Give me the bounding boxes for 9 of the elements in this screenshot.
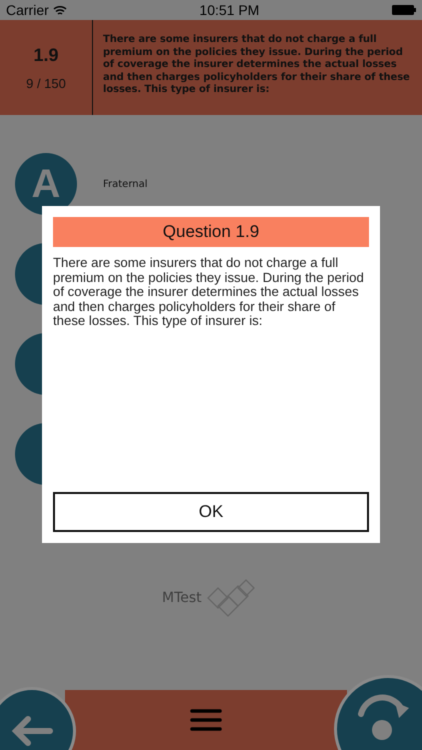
question-number: 1.9 [33, 44, 59, 66]
dialog-title: Question 1.9 [53, 217, 369, 247]
status-time: 10:51 PM [199, 2, 260, 18]
logo-text: MTest [162, 590, 202, 606]
question-text: There are some insurers that do not charge a full premium on the policies they issue. During the period of coverage the insurer determines the actual losses and then charges policyholders for their share of these losses. This type of insurer is: [102, 33, 411, 97]
dialog-text: There are some insurers that do not charge a full premium on the policies they issue. During the period of coverage the insurer determines the actual losses and then charges policyholders for their share of these losses. This type of insurer is: [53, 254, 365, 330]
carrier-label: Carrier [6, 2, 49, 18]
answer-text: Fraternal [103, 178, 148, 190]
question-counter: 9 / 150 [26, 76, 66, 90]
